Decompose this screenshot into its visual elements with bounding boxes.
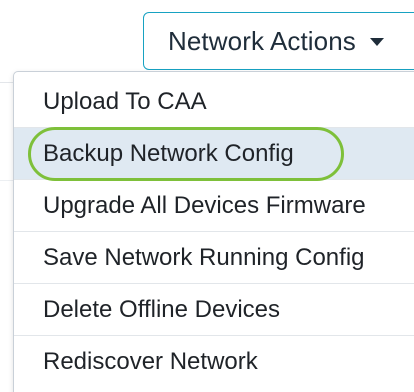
menu-item-label: Delete Offline Devices	[43, 295, 280, 323]
menu-item-upgrade-all-devices-firmware[interactable]: Upgrade All Devices Firmware	[14, 180, 414, 232]
menu-item-rediscover-network[interactable]: Rediscover Network	[14, 336, 414, 388]
menu-item-upload-to-caa[interactable]: Upload To CAA	[14, 76, 414, 128]
menu-item-label: Backup Network Config	[43, 139, 294, 167]
network-page: Network Actions Upload To CAA Backup Net…	[0, 0, 414, 392]
network-actions-label: Network Actions	[168, 25, 356, 56]
menu-item-backup-network-config[interactable]: Backup Network Config	[14, 128, 414, 180]
menu-item-save-network-running-config[interactable]: Save Network Running Config	[14, 232, 414, 284]
network-actions-menu: Upload To CAA Backup Network Config Upgr…	[13, 71, 414, 392]
network-actions-button[interactable]: Network Actions	[143, 12, 414, 70]
menu-item-label: Save Network Running Config	[43, 243, 365, 271]
caret-down-icon	[369, 38, 384, 46]
menu-item-label: Rediscover Network	[43, 348, 258, 375]
menu-item-delete-offline-devices[interactable]: Delete Offline Devices	[14, 284, 414, 336]
menu-item-label: Upgrade All Devices Firmware	[43, 191, 366, 219]
menu-item-label: Upload To CAA	[43, 87, 207, 115]
